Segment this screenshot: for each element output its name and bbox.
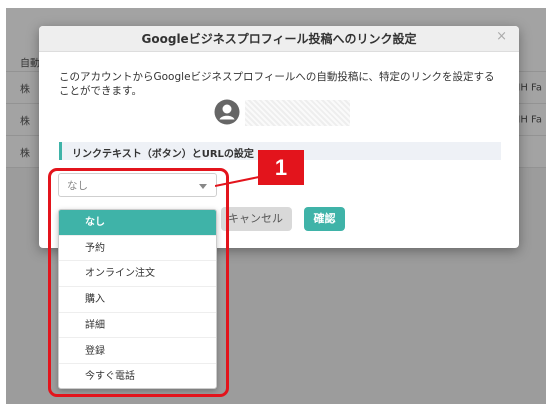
modal-header: Googleビジネスプロフィール投稿へのリンク設定 × xyxy=(39,26,519,52)
close-icon[interactable]: × xyxy=(496,29,507,44)
user-avatar-icon xyxy=(214,99,240,125)
section-title: リンクテキスト（ボタン）とURLの設定 xyxy=(72,149,254,160)
annotation-step-badge: 1 xyxy=(258,150,304,185)
annotation-highlight-box xyxy=(48,168,229,397)
modal-description: このアカウントからGoogleビジネスプロフィールへの自動投稿に、特定のリンクを… xyxy=(59,71,495,97)
account-name-redacted xyxy=(245,100,350,126)
modal-title: Googleビジネスプロフィール投稿へのリンク設定 xyxy=(141,32,417,46)
confirm-button[interactable]: 確認 xyxy=(304,207,345,231)
cancel-button[interactable]: キャンセル xyxy=(221,207,292,231)
